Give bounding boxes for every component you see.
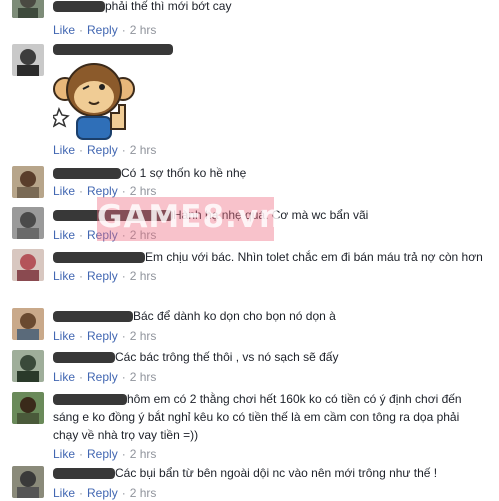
commenter-name-redacted[interactable] — [53, 1, 105, 13]
avatar[interactable] — [12, 466, 44, 498]
timestamp[interactable]: 2 hrs — [130, 447, 157, 461]
avatar[interactable] — [12, 350, 44, 382]
watermark-logo: GAME8.vn — [97, 197, 283, 241]
commenter-name-redacted[interactable] — [53, 252, 145, 264]
avatar[interactable] — [12, 166, 44, 198]
comment-text: phải thế thì mới bớt cay — [105, 0, 232, 13]
reply-link[interactable]: Reply — [87, 329, 118, 343]
comment-text: Có 1 sợ thốn ko hề nhẹ — [121, 166, 247, 180]
commenter-name-redacted[interactable] — [53, 352, 115, 364]
timestamp[interactable]: 2 hrs — [130, 143, 157, 157]
reply-link[interactable]: Reply — [87, 447, 118, 461]
commenter-name-redacted[interactable] — [53, 44, 173, 56]
avatar[interactable] — [12, 44, 44, 76]
timestamp[interactable]: 2 hrs — [130, 370, 157, 384]
comment-text: Em chịu với bác. Nhìn tolet chắc em đi b… — [145, 250, 483, 264]
reply-link[interactable]: Reply — [87, 486, 118, 500]
avatar[interactable] — [12, 207, 44, 239]
comment-text: Bác để dành ko dọn cho bọn nó dọn à — [133, 309, 336, 323]
avatar[interactable] — [12, 249, 44, 281]
avatar[interactable] — [12, 0, 44, 18]
reply-link[interactable]: Reply — [87, 143, 118, 157]
like-link[interactable]: Like — [53, 23, 75, 37]
commenter-name-redacted[interactable] — [53, 394, 127, 406]
commenter-name-redacted[interactable] — [53, 311, 133, 323]
reply-link[interactable]: Reply — [87, 184, 118, 198]
like-link[interactable]: Like — [53, 184, 75, 198]
avatar[interactable] — [12, 308, 44, 340]
timestamp[interactable]: 2 hrs — [130, 23, 157, 37]
like-link[interactable]: Like — [53, 329, 75, 343]
comment-text: Các bụi bẩn từ bên ngoài dội nc vào nên … — [115, 466, 438, 480]
commenter-name-redacted[interactable] — [53, 168, 121, 180]
like-link[interactable]: Like — [53, 447, 75, 461]
like-link[interactable]: Like — [53, 370, 75, 384]
avatar[interactable] — [12, 392, 44, 424]
watermark-text: GAME8.vn — [97, 199, 283, 235]
like-link[interactable]: Like — [53, 486, 75, 500]
commenter-name-redacted[interactable] — [53, 468, 115, 480]
like-link[interactable]: Like — [53, 269, 75, 283]
timestamp[interactable]: 2 hrs — [130, 486, 157, 500]
reply-link[interactable]: Reply — [87, 370, 118, 384]
monkey-thumbs-up-sticker — [50, 55, 135, 143]
reply-link[interactable]: Reply — [87, 23, 118, 37]
timestamp[interactable]: 2 hrs — [130, 184, 157, 198]
reply-link[interactable]: Reply — [87, 269, 118, 283]
timestamp[interactable]: 2 hrs — [130, 329, 157, 343]
timestamp[interactable]: 2 hrs — [130, 269, 157, 283]
comment-text: Các bác trông thế thôi , vs nó sạch sẽ đ… — [115, 350, 339, 364]
like-link[interactable]: Like — [53, 228, 75, 242]
like-link[interactable]: Like — [53, 143, 75, 157]
